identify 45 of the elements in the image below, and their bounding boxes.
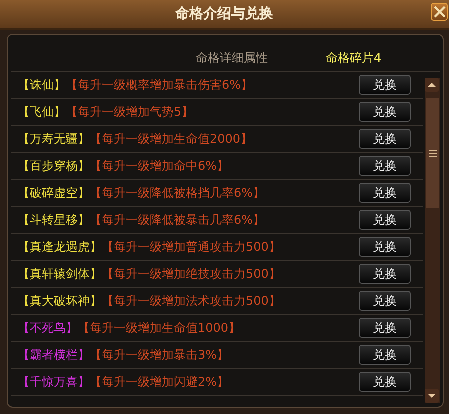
scroll-thumb[interactable]	[426, 98, 439, 208]
fate-effect: 【每升一级概率增加暴击伤害6%】	[66, 76, 254, 94]
fate-effect: 【每升一级增加气势5】	[66, 104, 194, 120]
exchange-button[interactable]: 兑换	[359, 237, 411, 257]
fragment-count: 命格碎片4	[326, 50, 382, 66]
fate-name: 【斗转星移】	[18, 212, 90, 228]
close-button[interactable]	[431, 3, 448, 21]
fate-effect: 【每升一级增加生命值1000】	[78, 320, 241, 336]
fate-name: 【真逢龙遇虎】	[18, 238, 102, 256]
close-icon	[434, 6, 446, 18]
scroll-up-icon[interactable]	[425, 78, 439, 92]
fate-name: 【霸者横栏】	[18, 346, 90, 364]
fate-effect: 【每升一级增加闪避2%】	[90, 374, 230, 390]
fate-effect: 【每升一级增加法术攻击力500】	[102, 292, 281, 310]
scroll-down-icon[interactable]	[425, 389, 439, 403]
fate-effect: 【每升一级增加绝技攻击力500】	[102, 266, 281, 282]
fate-effect: 【每升一级增加暴击3%】	[90, 346, 230, 364]
window-title: 命格介绍与兑换	[176, 5, 274, 23]
exchange-button[interactable]: 兑换	[359, 156, 411, 176]
column-title: 命格详细属性	[196, 50, 268, 66]
exchange-button[interactable]: 兑换	[359, 264, 411, 284]
fate-name: 【诛仙】	[18, 76, 66, 94]
exchange-button[interactable]: 兑换	[359, 75, 411, 95]
fate-name: 【不死鸟】	[18, 320, 78, 336]
exchange-button[interactable]: 兑换	[359, 102, 411, 122]
fate-name: 【真轩辕剑体】	[18, 266, 102, 282]
exchange-button[interactable]: 兑换	[359, 345, 411, 365]
exchange-button[interactable]: 兑换	[359, 183, 411, 203]
fate-name: 【真大破坏神】	[18, 292, 102, 310]
fate-name: 【百步穿杨】	[18, 158, 90, 174]
fate-name: 【万寿无疆】	[18, 130, 90, 148]
fate-effect: 【每升一级增加生命值2000】	[90, 130, 253, 148]
fate-name: 【飞仙】	[18, 104, 66, 120]
fate-name: 【破碎虚空】	[18, 184, 90, 202]
exchange-button[interactable]: 兑换	[359, 210, 411, 230]
fate-effect: 【每升一级降低被暴击几率6%】	[90, 212, 266, 228]
fate-name: 【千惊万喜】	[18, 374, 90, 390]
exchange-button[interactable]: 兑换	[359, 372, 411, 392]
exchange-button[interactable]: 兑换	[359, 318, 411, 338]
exchange-button[interactable]: 兑换	[359, 129, 411, 149]
fate-effect: 【每升一级增加命中6%】	[90, 158, 230, 174]
fate-effect: 【每升一级降低被格挡几率6%】	[90, 184, 266, 202]
scroll-bar[interactable]	[425, 78, 440, 403]
exchange-button[interactable]: 兑换	[359, 291, 411, 311]
fate-effect: 【每升一级增加普通攻击力500】	[102, 238, 281, 256]
